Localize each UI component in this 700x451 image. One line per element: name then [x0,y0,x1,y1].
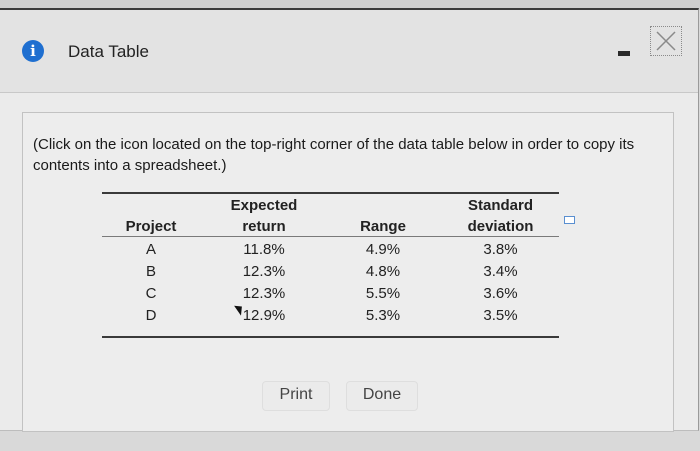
minimize-button[interactable] [616,44,636,62]
close-icon [656,31,676,51]
table-bottom-rule [102,336,559,338]
row-c-expected-return: 12.3% [242,285,286,302]
row-a-std-dev: 3.8% [483,241,518,258]
header-project: Project [125,218,177,235]
dialog-content: (Click on the icon located on the top-ri… [0,93,698,432]
close-button[interactable] [650,26,682,56]
table-top-rule [102,192,559,194]
row-d-expected-return: 12.9% [242,307,286,324]
row-a-project: A [145,241,156,258]
row-b-expected-return: 12.3% [242,263,286,280]
row-a-range: 4.9% [365,241,401,258]
dialog-title: Data Table [68,42,149,61]
header-std-line2: deviation [467,218,534,235]
row-c-range: 5.5% [365,285,401,302]
title-bar: i Data Table [0,10,698,93]
copy-icon[interactable] [564,216,577,226]
minimize-icon [618,51,630,56]
header-divider-rule [102,236,559,237]
header-expected-line1: Expected [230,197,298,214]
dialog-window: i Data Table (Click on the icon located … [0,8,699,432]
row-b-project: B [145,263,156,280]
print-button[interactable]: Print [262,381,330,411]
row-b-range: 4.8% [365,263,401,280]
row-c-std-dev: 3.6% [483,285,518,302]
row-d-std-dev: 3.5% [483,307,518,324]
row-b-std-dev: 3.4% [483,263,518,280]
instruction-text: (Click on the icon located on the top-ri… [33,136,635,174]
row-a-expected-return: 11.8% [243,241,285,258]
header-range: Range [360,218,406,235]
row-d-range: 5.3% [365,307,401,324]
row-c-project: C [145,285,157,302]
info-icon: i [22,40,44,62]
header-std-line1: Standard [467,197,533,214]
header-expected-line2: return [242,218,286,235]
row-d-project: D [145,307,157,324]
done-button[interactable]: Done [346,381,418,411]
